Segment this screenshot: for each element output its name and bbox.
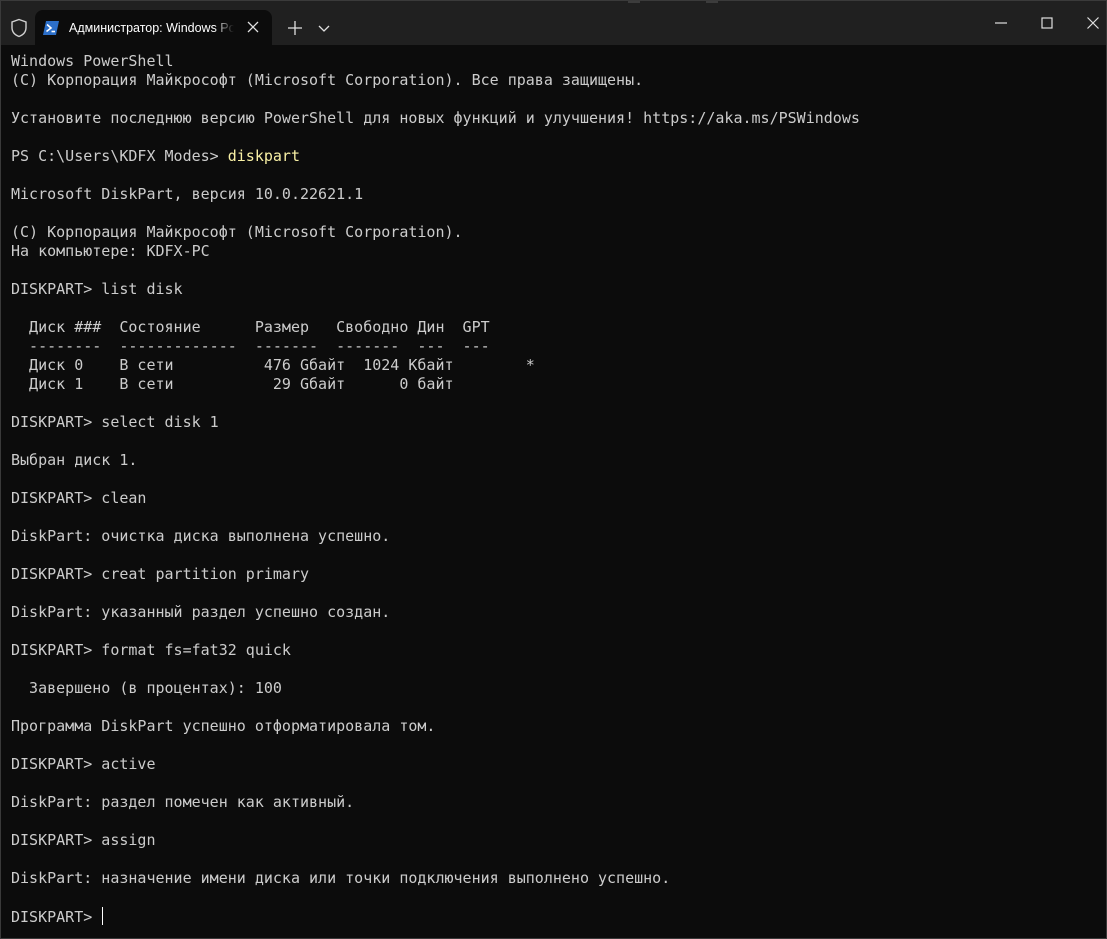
- close-window-button[interactable]: [1070, 1, 1107, 45]
- terminal-line: DiskPart: назначение имени диска или точ…: [11, 869, 671, 887]
- terminal-line: Windows PowerShell: [11, 52, 174, 70]
- terminal-line: Установите последнюю версию PowerShell д…: [11, 109, 860, 127]
- terminal-line: DiskPart: указанный раздел успешно созда…: [11, 603, 391, 621]
- prompt-line: DISKPART>: [11, 907, 1101, 926]
- terminal-line: Диск 0 В сети 476 Gбайт 1024 Кбайт *: [11, 356, 535, 374]
- terminal-line: (C) Корпорация Майкрософт (Microsoft Cor…: [11, 71, 644, 89]
- terminal-line: На компьютере: KDFX-PC: [11, 242, 210, 260]
- terminal-line: Microsoft DiskPart, версия 10.0.22621.1: [11, 185, 364, 203]
- terminal-line: Выбран диск 1.: [11, 451, 138, 469]
- tab-powershell[interactable]: Администратор: Windows PowerShell: [35, 10, 272, 45]
- terminal-line: Диск 1 В сети 29 Gбайт 0 байт: [11, 375, 454, 393]
- minimize-icon: [995, 22, 1007, 24]
- terminal-line: DiskPart: очистка диска выполнена успешн…: [11, 527, 391, 545]
- plus-icon[interactable]: [286, 19, 304, 37]
- maximize-icon: [1041, 17, 1053, 29]
- titlebar-edge-mark: [628, 1, 640, 3]
- terminal-line: DiskPart: раздел помечен как активный.: [11, 793, 355, 811]
- terminal-window: Администратор: Windows PowerShell: [0, 0, 1107, 939]
- prompt-text: PS C:\Users\KDFX Modes>: [11, 147, 228, 165]
- terminal-output[interactable]: Windows PowerShell (C) Корпорация Майкрос…: [11, 52, 1101, 932]
- minimize-button[interactable]: [978, 1, 1024, 45]
- powershell-icon: [43, 20, 59, 36]
- terminal-line: Диск ### Состояние Размер Свободно Дин G…: [11, 318, 490, 336]
- terminal-line: PS C:\Users\KDFX Modes> diskpart: [11, 147, 1101, 166]
- terminal-line: Программа DiskPart успешно отформатирова…: [11, 717, 436, 735]
- shield-icon[interactable]: [10, 18, 28, 38]
- terminal-line: (C) Корпорация Майкрософт (Microsoft Cor…: [11, 223, 463, 241]
- prompt-text: DISKPART>: [11, 908, 102, 926]
- terminal-line: DISKPART> clean: [11, 489, 147, 507]
- terminal-line: -------- ------------- ------- ------- -…: [11, 337, 490, 355]
- text-cursor[interactable]: [102, 907, 104, 925]
- tab-title: Администратор: Windows PowerShell: [69, 20, 234, 35]
- terminal-line: DISKPART> format fs=fat32 quick: [11, 641, 291, 659]
- titlebar-edge-mark: [706, 1, 718, 3]
- command-text: diskpart: [227, 147, 300, 165]
- terminal-line: DISKPART> creat partition primary: [11, 565, 310, 583]
- close-icon: [1087, 17, 1099, 29]
- terminal-line: DISKPART> select disk 1: [11, 413, 219, 431]
- terminal-line: DISKPART> list disk: [11, 280, 183, 298]
- title-bar[interactable]: Администратор: Windows PowerShell: [1, 1, 1106, 45]
- close-icon[interactable]: [246, 20, 260, 34]
- chevron-down-icon[interactable]: [316, 20, 332, 36]
- terminal-line: Завершено (в процентах): 100: [11, 679, 282, 697]
- terminal-line: DISKPART> active: [11, 755, 156, 773]
- maximize-button[interactable]: [1024, 1, 1070, 45]
- terminal-line: DISKPART> assign: [11, 831, 156, 849]
